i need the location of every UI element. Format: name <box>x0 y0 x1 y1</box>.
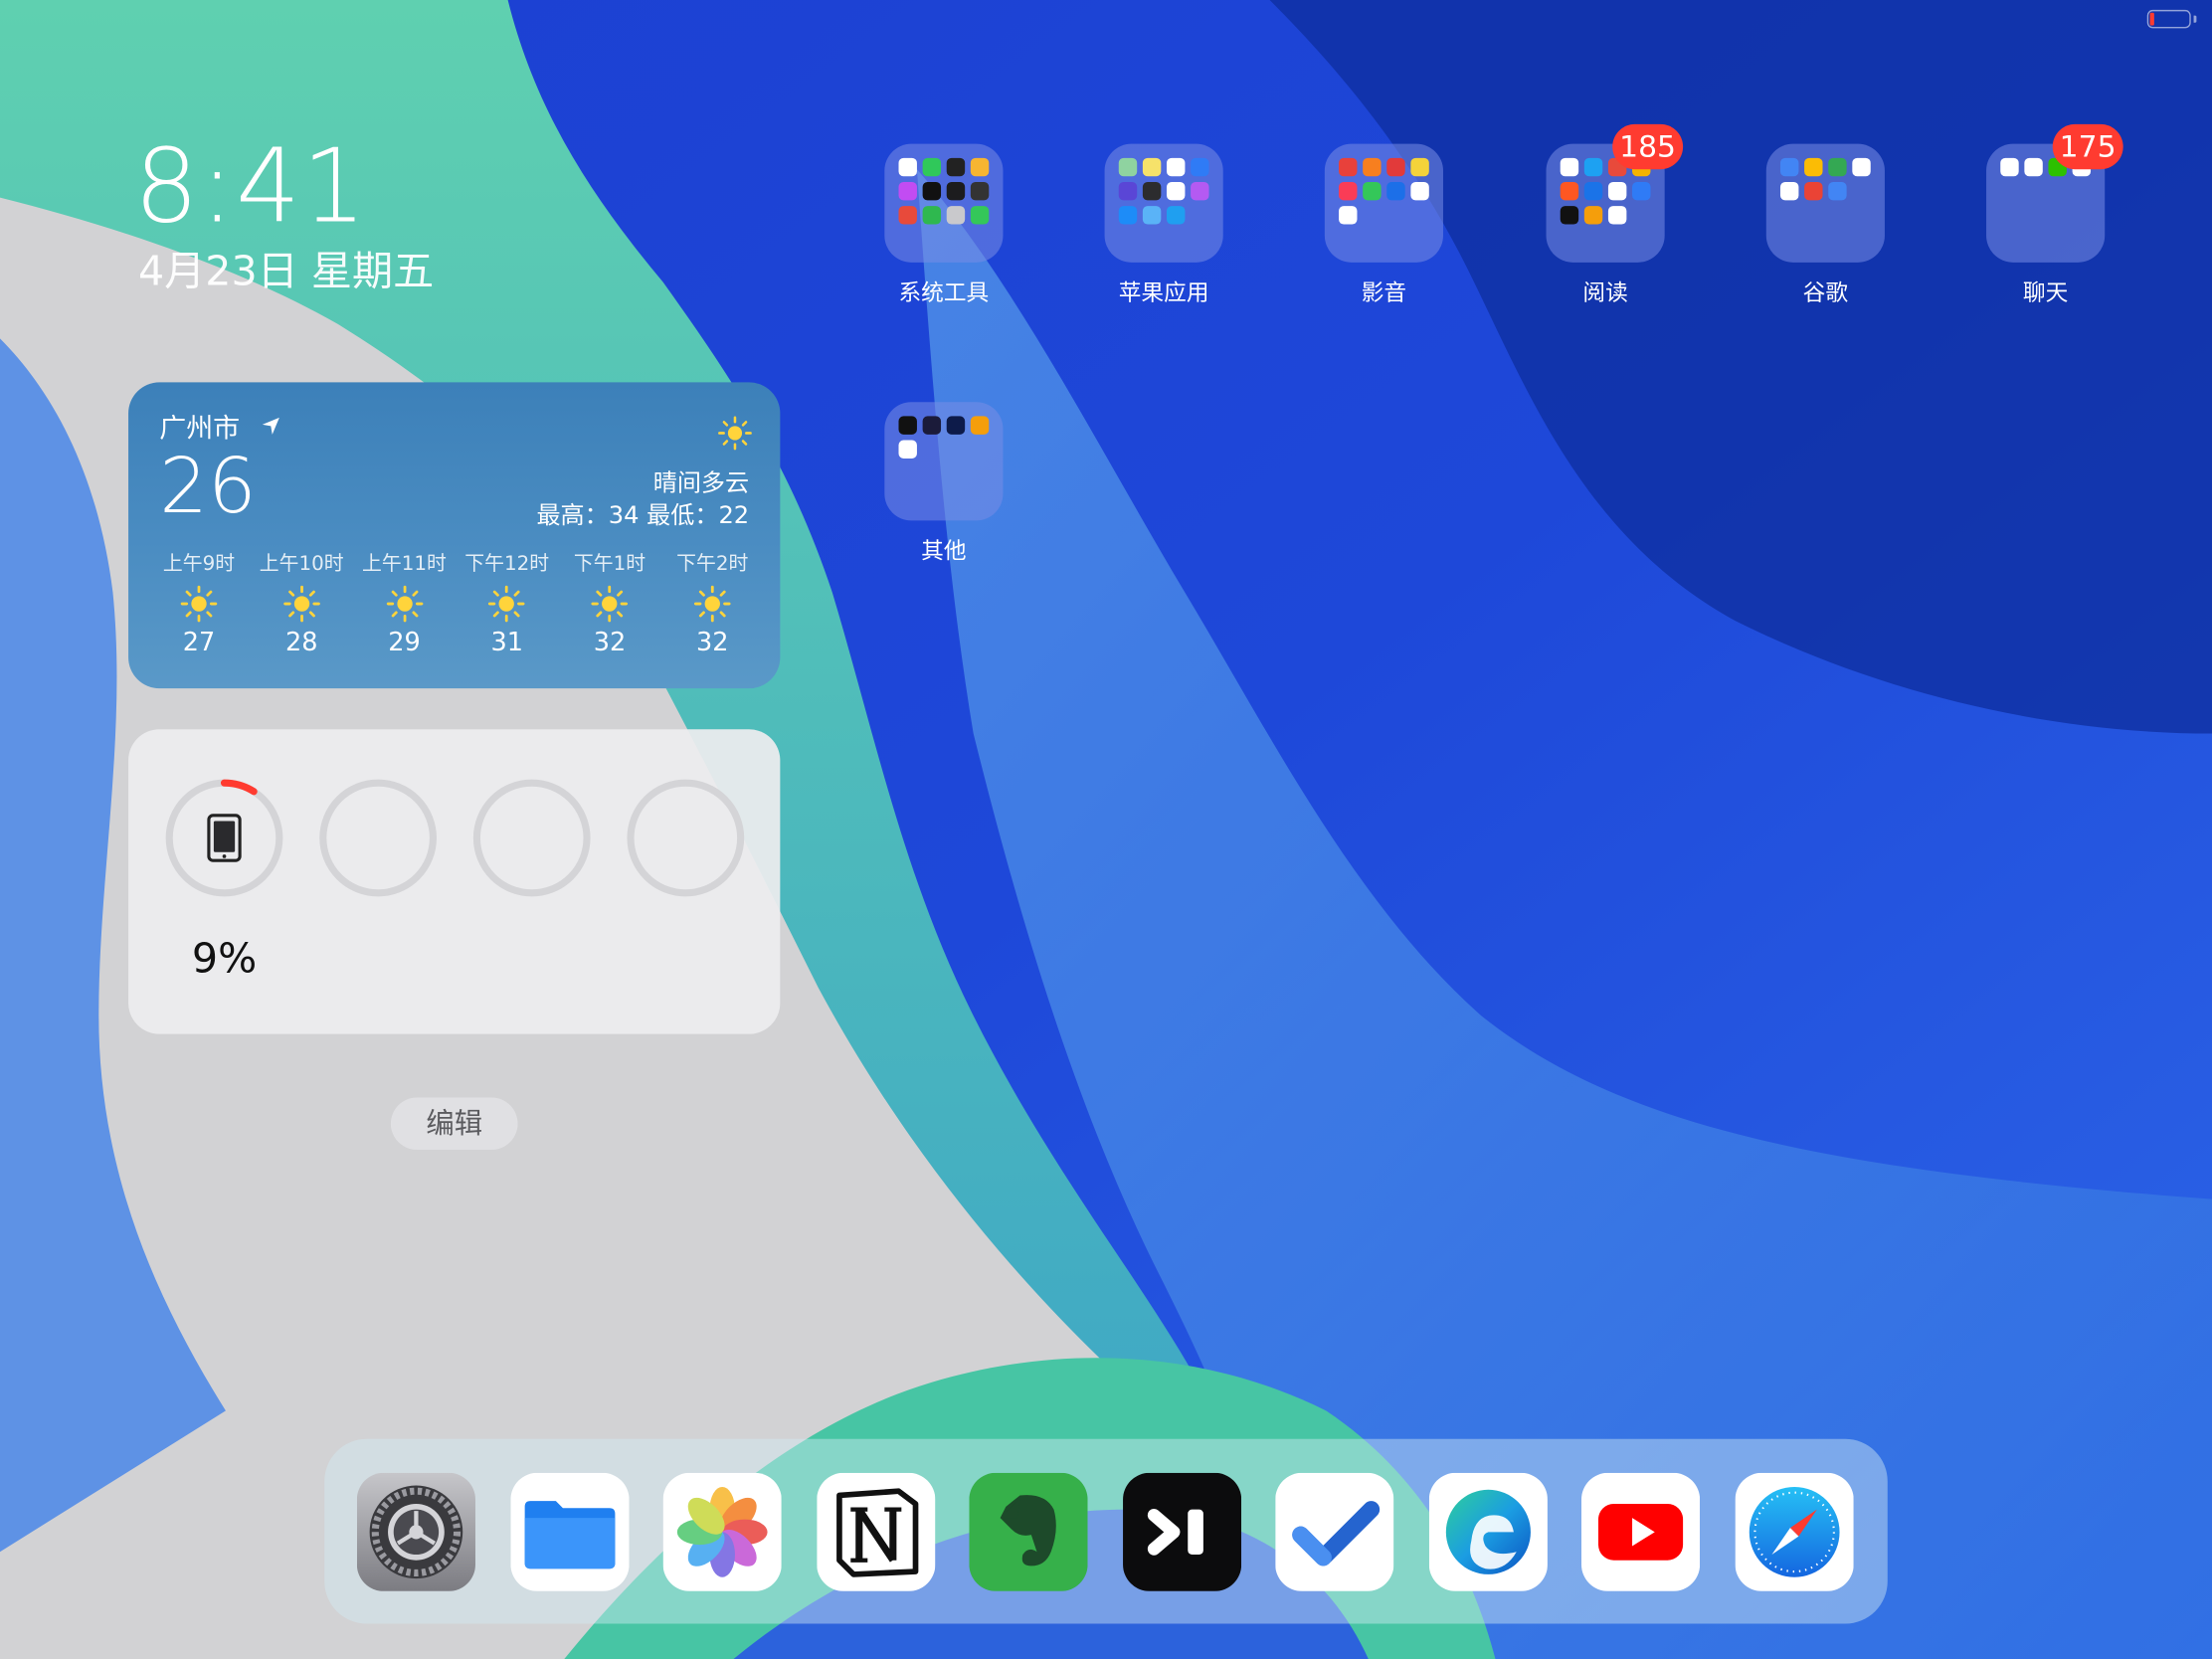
notification-badge: 185 <box>1612 123 1684 170</box>
hourly-item: 下午12时 31 <box>464 552 550 657</box>
todo-icon[interactable] <box>1275 1472 1394 1591</box>
evernote-icon[interactable] <box>969 1472 1088 1591</box>
sun-icon <box>180 585 218 623</box>
folder-label: 系统工具 <box>898 278 990 306</box>
safari-icon[interactable] <box>1735 1472 1854 1591</box>
folder-label: 谷歌 <box>1802 278 1849 306</box>
folder-system-tools[interactable]: 系统工具 <box>883 143 1005 308</box>
photos-icon[interactable] <box>662 1472 782 1591</box>
edge-icon[interactable] <box>1428 1472 1548 1591</box>
notion-icon[interactable] <box>817 1472 936 1591</box>
battery-ring-empty <box>319 779 437 897</box>
folder-label: 其他 <box>921 537 967 565</box>
sun-icon <box>282 585 320 623</box>
folder-label: 影音 <box>1361 278 1407 306</box>
folder-apple-apps[interactable]: 苹果应用 <box>1103 143 1224 308</box>
sun-icon <box>591 585 629 623</box>
codepoint-icon[interactable] <box>1123 1472 1242 1591</box>
folder-google[interactable]: 谷歌 <box>1764 143 1886 308</box>
sun-icon <box>693 585 731 623</box>
battery-percent: 9% <box>191 933 258 983</box>
weather-condition: 晴间多云 <box>652 469 750 498</box>
files-icon[interactable] <box>510 1472 630 1591</box>
edit-button[interactable]: 编辑 <box>390 1097 518 1150</box>
clock-date: 4月23日 星期五 <box>137 247 435 295</box>
weather-widget[interactable]: 广州市 26 晴间多云 最高：34 最低：22 上午9时 27 上午10时 28 上… <box>128 382 781 689</box>
sun-icon <box>386 585 423 623</box>
hourly-item: 上午10时 28 <box>259 552 344 657</box>
weather-city: 广州市 <box>159 413 241 445</box>
home-screen: 8:41 4月23日 星期五 广州市 26 晴间多云 最高：34 最低：22 上… <box>0 0 2212 1659</box>
hourly-item: 上午11时 29 <box>362 552 447 657</box>
hourly-item: 下午2时 32 <box>676 552 749 657</box>
youtube-icon[interactable] <box>1580 1472 1701 1591</box>
battery-ring-empty <box>627 779 745 897</box>
hourly-item: 上午9时 27 <box>162 552 236 657</box>
battery-ring-ipad <box>165 779 283 897</box>
clock-time: 8:41 <box>133 126 368 246</box>
status-battery-icon <box>2146 9 2198 29</box>
hourly-item: 下午1时 32 <box>573 552 646 657</box>
battery-ring-empty <box>472 779 591 897</box>
dock <box>324 1438 1888 1624</box>
notification-badge: 175 <box>2052 123 2123 170</box>
folder-chat[interactable]: 175 聊天 <box>1985 123 2123 308</box>
location-arrow-icon <box>262 417 279 435</box>
weather-temperature: 26 <box>159 441 257 531</box>
folder-label: 聊天 <box>2022 278 2069 306</box>
folder-media[interactable]: 影音 <box>1323 143 1444 308</box>
batteries-widget[interactable]: 9% <box>128 729 781 1034</box>
sun-icon <box>488 585 526 623</box>
folder-label: 苹果应用 <box>1118 278 1209 306</box>
settings-icon[interactable] <box>356 1472 475 1591</box>
folder-other[interactable]: 其他 <box>883 402 1005 566</box>
weather-hourly-forecast: 上午9时 27 上午10时 28 上午11时 29 下午12时 31 下午1时 32 下午… <box>148 549 763 657</box>
weather-high-low: 最高：34 最低：22 <box>536 501 750 531</box>
sun-icon <box>718 416 752 451</box>
folder-label: 阅读 <box>1582 278 1628 306</box>
folder-reading[interactable]: 185 阅读 <box>1545 123 1684 308</box>
